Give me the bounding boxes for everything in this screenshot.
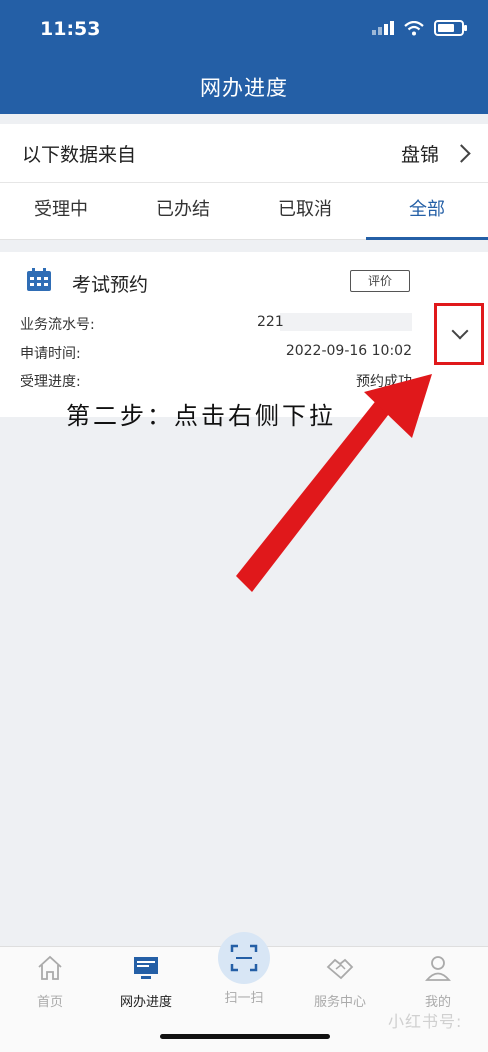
nav-progress-label: 网办进度 bbox=[119, 995, 172, 1010]
serial-number-row: 业务流水号: 221 bbox=[20, 314, 412, 334]
page-title: 网办进度 bbox=[200, 76, 288, 100]
watermark-text: 小红书号: bbox=[388, 1012, 463, 1031]
user-icon bbox=[425, 956, 451, 981]
card-title: 考试预约 bbox=[72, 274, 149, 296]
data-source-city[interactable]: 盘锦 bbox=[401, 140, 439, 167]
tab-processing[interactable]: 受理中 bbox=[0, 183, 122, 239]
wifi-icon bbox=[404, 20, 424, 35]
nav-progress[interactable]: 网办进度 bbox=[106, 953, 186, 1010]
serial-number-label: 业务流水号: bbox=[20, 317, 95, 333]
apply-time-row: 申请时间: 2022-09-16 10:02 bbox=[20, 343, 412, 363]
home-indicator bbox=[160, 1034, 330, 1039]
status-tabs: 受理中 已办结 已取消 全部 bbox=[0, 183, 488, 240]
handshake-icon bbox=[326, 958, 354, 980]
progress-row: 受理进度: 预约成功 bbox=[20, 371, 412, 391]
calendar-icon bbox=[27, 268, 51, 291]
application-card: 考试预约 评价 业务流水号: 221 申请时间: 2022-09-16 10:0… bbox=[0, 252, 488, 417]
nav-service-center[interactable]: 服务中心 bbox=[300, 953, 380, 1010]
tab-all[interactable]: 全部 bbox=[366, 183, 488, 240]
nav-service-center-label: 服务中心 bbox=[313, 995, 366, 1010]
serial-number-value: 221 bbox=[257, 314, 284, 330]
apply-time-label: 申请时间: bbox=[20, 346, 81, 362]
nav-home-label: 首页 bbox=[36, 995, 63, 1010]
signal-icon bbox=[372, 21, 394, 35]
nav-home[interactable]: 首页 bbox=[10, 953, 90, 1010]
app-header: 11:53 网办进度 bbox=[0, 0, 488, 114]
data-source-label: 以下数据来自 bbox=[22, 143, 137, 166]
apply-time-value: 2022-09-16 10:02 bbox=[285, 343, 412, 359]
status-time: 11:53 bbox=[40, 18, 101, 40]
nav-mine[interactable]: 我的 bbox=[398, 953, 478, 1010]
status-icons bbox=[372, 20, 467, 36]
home-icon bbox=[38, 955, 62, 980]
rate-button[interactable]: 评价 bbox=[350, 270, 410, 292]
monitor-icon bbox=[134, 957, 158, 979]
chevron-down-icon[interactable] bbox=[451, 322, 469, 340]
data-source-row[interactable]: 以下数据来自 盘锦 bbox=[0, 124, 488, 183]
battery-icon bbox=[434, 20, 467, 36]
scan-button[interactable] bbox=[218, 932, 270, 984]
nav-scan-label: 扫一扫 bbox=[224, 991, 264, 1006]
progress-value: 预约成功 bbox=[356, 374, 412, 390]
expand-dropdown-button[interactable] bbox=[434, 303, 484, 365]
progress-label: 受理进度: bbox=[20, 374, 81, 390]
tab-completed[interactable]: 已办结 bbox=[122, 183, 244, 239]
tab-cancelled[interactable]: 已取消 bbox=[244, 183, 366, 239]
chevron-right-icon[interactable] bbox=[452, 143, 471, 163]
scan-icon bbox=[230, 944, 258, 972]
annotation-text: 第二步：点击右侧下拉 bbox=[66, 402, 336, 430]
